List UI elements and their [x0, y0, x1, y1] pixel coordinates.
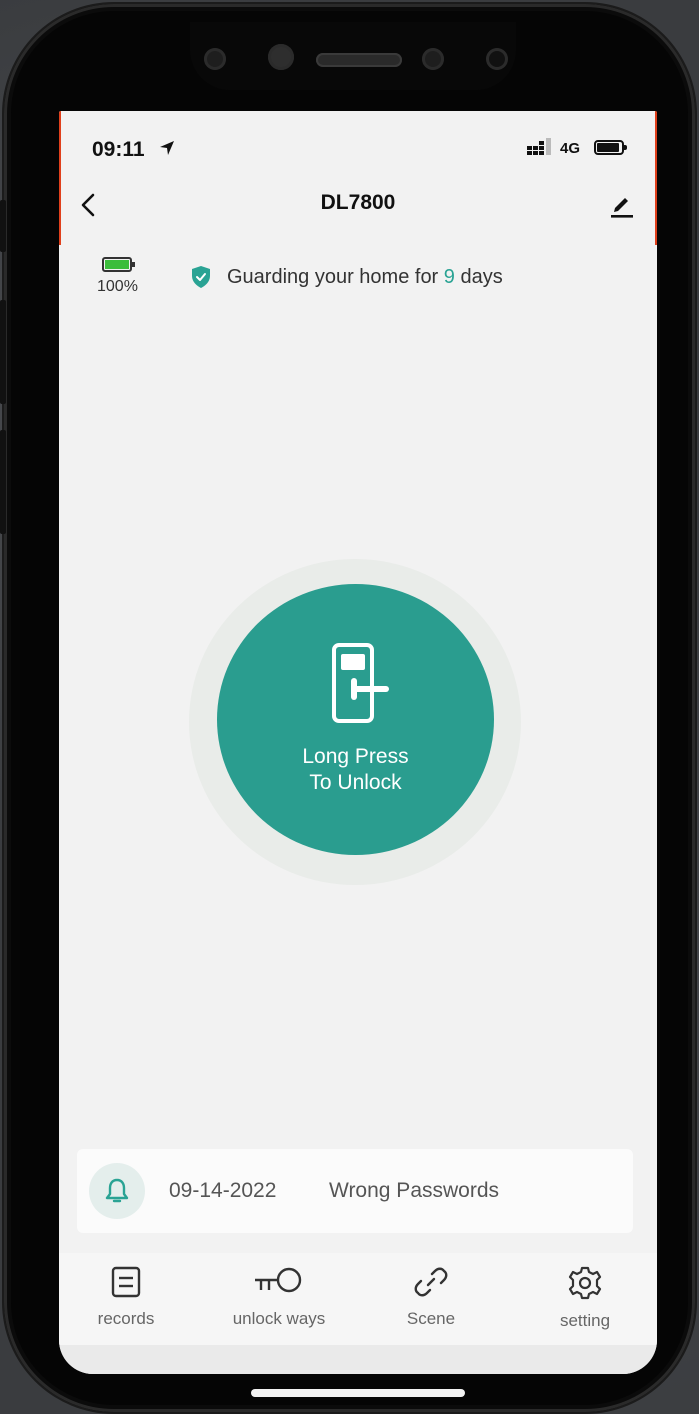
battery-level-icon	[102, 257, 135, 272]
sensor-dot	[422, 48, 444, 70]
nav-bar: DL7800	[59, 185, 657, 241]
location-arrow-icon	[160, 141, 174, 155]
latest-record-notification[interactable]: 09-14-2022 Wrong Passwords	[77, 1149, 633, 1233]
status-time: 09:11	[92, 138, 145, 161]
unlock-label: Long Press To Unlock	[217, 744, 494, 796]
tab-bar: records unlock ways Scene setting	[59, 1253, 657, 1345]
guard-prefix: Guarding your home for	[227, 266, 439, 288]
key-icon	[255, 1267, 302, 1293]
front-camera	[268, 44, 294, 70]
lock-battery: 100%	[97, 257, 138, 296]
bottom-safe-area	[59, 1345, 657, 1374]
signal-icon	[527, 138, 551, 155]
phone-frame: 09:11 4G DL7800 100% Guarding your home …	[0, 4, 695, 1412]
volume-down-button	[0, 430, 6, 534]
tab-unlock-ways[interactable]: unlock ways	[214, 1265, 344, 1329]
tab-setting-label: setting	[559, 1311, 611, 1330]
page-title: DL7800	[320, 191, 396, 214]
tab-setting[interactable]: setting	[520, 1265, 650, 1331]
long-press-unlock-button[interactable]: Long Press To Unlock	[217, 584, 494, 855]
tab-scene[interactable]: Scene	[366, 1265, 496, 1329]
battery-icon	[594, 140, 627, 155]
lock-info-row: 100% Guarding your home for 9 days	[59, 251, 657, 311]
tab-records-label: records	[97, 1309, 155, 1328]
records-icon	[111, 1266, 141, 1298]
guard-suffix: days	[460, 266, 503, 288]
shield-check-icon	[192, 266, 210, 288]
notification-date: 09-14-2022	[169, 1179, 277, 1202]
unlock-label-line1: Long Press	[302, 745, 409, 768]
app-screen: 09:11 4G DL7800 100% Guarding your home …	[59, 111, 657, 1374]
notification-message: Wrong Passwords	[329, 1179, 500, 1202]
volume-up-button	[0, 300, 6, 404]
guard-days: 9	[443, 266, 455, 288]
side-button	[0, 200, 6, 252]
home-indicator[interactable]	[251, 1389, 465, 1397]
tab-records[interactable]: records	[61, 1265, 191, 1329]
door-lock-icon	[332, 643, 389, 723]
bell-icon	[105, 1178, 129, 1203]
tab-unlock-ways-label: unlock ways	[232, 1309, 326, 1328]
status-bar: 09:11 4G	[59, 111, 657, 185]
pencil-icon[interactable]	[607, 189, 637, 219]
gear-icon	[568, 1266, 602, 1300]
guard-status: Guarding your home for 9 days	[227, 266, 503, 289]
tab-scene-label: Scene	[406, 1309, 456, 1328]
sensor-dot	[204, 48, 226, 70]
unlock-label-line2: To Unlock	[309, 771, 402, 794]
network-type: 4G	[560, 140, 581, 157]
sensor-dot	[486, 48, 508, 70]
battery-percent: 100%	[97, 278, 138, 295]
speaker-grille	[316, 53, 402, 67]
link-icon	[414, 1267, 448, 1297]
bell-badge	[89, 1163, 145, 1219]
